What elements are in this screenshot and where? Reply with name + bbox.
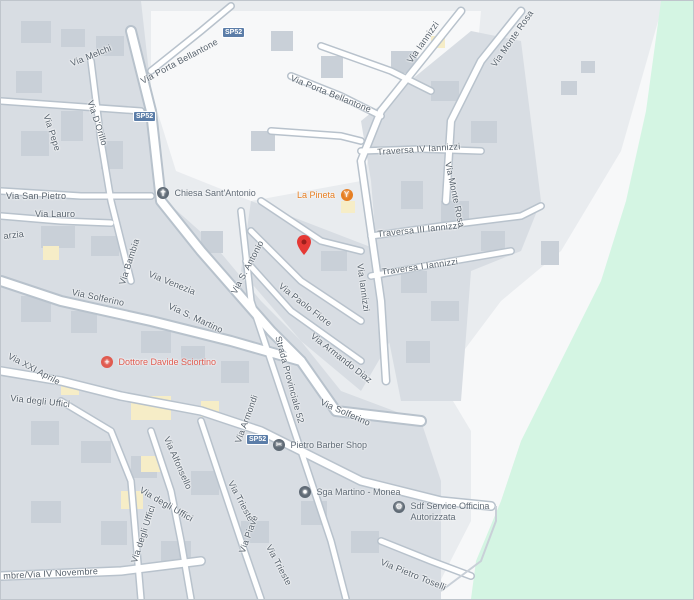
street-label: arzia bbox=[3, 228, 25, 241]
map-view[interactable]: Via Melchi Via Porta Bellantone Via Port… bbox=[0, 0, 694, 600]
poi-label: Sdf Service Officina Autorizzata bbox=[410, 501, 490, 522]
street-label: Via Lauro bbox=[35, 209, 76, 219]
poi-label: Pietro Barber Shop bbox=[290, 440, 368, 450]
restaurant-icon: Y bbox=[340, 189, 353, 201]
poi-dottore-davide-sciortino[interactable]: + Dottore Davide Sciortino bbox=[101, 356, 216, 368]
poi-sdf-service-officina[interactable]: ⚙ Sdf Service Officina Autorizzata bbox=[393, 501, 491, 523]
car-repair-icon: ⚙ bbox=[393, 501, 405, 513]
poi-sga-martino-monea[interactable]: ● Sga Martino - Monea bbox=[299, 486, 401, 498]
poi-label: Chiesa Sant'Antonio bbox=[174, 188, 256, 198]
poi-label: Dottore Davide Sciortino bbox=[118, 357, 217, 367]
church-icon: ✝ bbox=[157, 187, 169, 199]
poi-label: La Pineta bbox=[297, 190, 336, 200]
route-shield: SP52 bbox=[133, 111, 157, 122]
poi-pietro-barber-shop[interactable]: ✂ Pietro Barber Shop bbox=[273, 439, 367, 451]
poi-chiesa-sant-antonio[interactable]: ✝ Chiesa Sant'Antonio bbox=[157, 187, 256, 199]
barber-icon: ✂ bbox=[273, 439, 285, 451]
location-pin-icon[interactable] bbox=[297, 235, 311, 255]
poi-la-pineta[interactable]: La Pineta Y bbox=[297, 189, 353, 201]
place-icon: ● bbox=[299, 486, 311, 498]
medical-icon: + bbox=[101, 356, 113, 368]
poi-label: Sga Martino - Monea bbox=[316, 487, 401, 497]
route-shield: SP52 bbox=[222, 27, 246, 38]
street-label: Via San Pietro bbox=[6, 191, 67, 201]
route-shield: SP52 bbox=[246, 434, 270, 445]
